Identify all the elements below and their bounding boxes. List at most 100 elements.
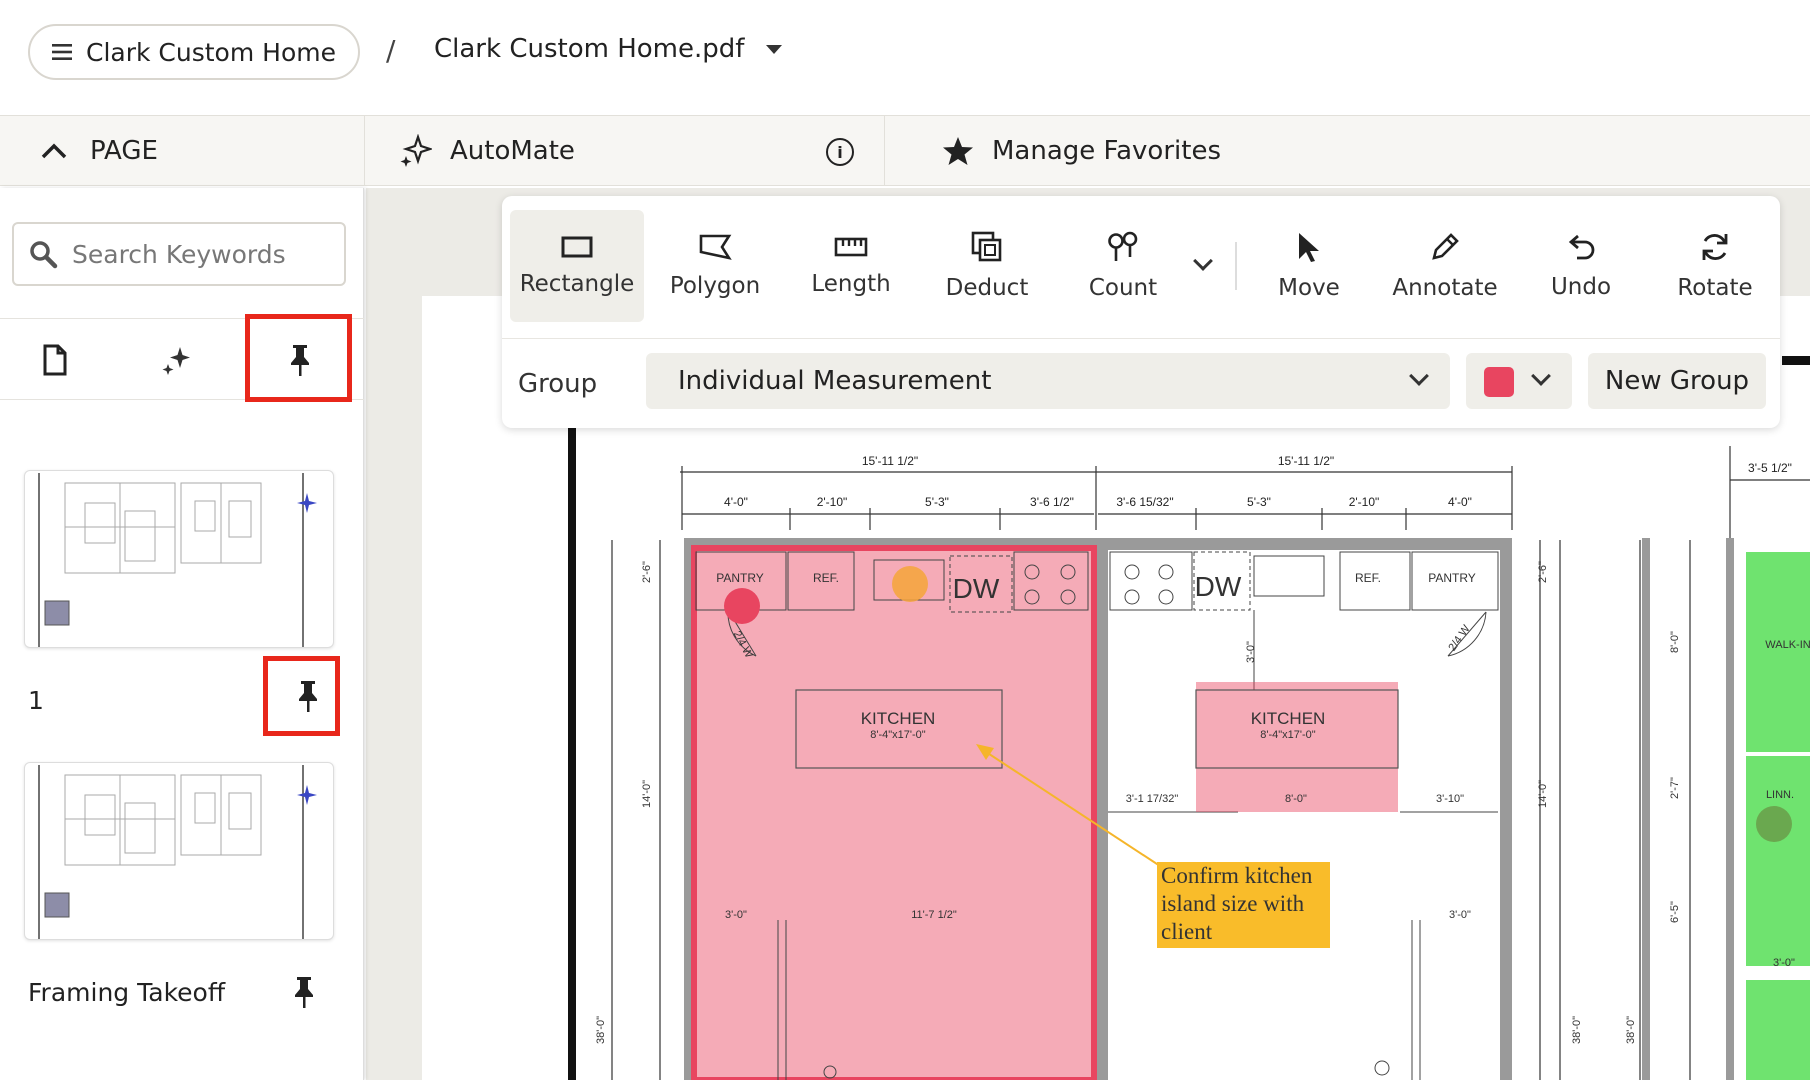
undo-button[interactable]: Undo (1516, 210, 1646, 322)
room-label: KITCHEN (1251, 709, 1326, 728)
room-label: DW (953, 573, 1000, 604)
move-tool-button[interactable]: Move (1244, 210, 1374, 322)
file-select[interactable]: Clark Custom Home.pdf (434, 34, 783, 64)
room-label: LINN. (1766, 789, 1794, 801)
favorites-label: Manage Favorites (992, 136, 1221, 166)
room-label: PANTRY (1428, 571, 1476, 585)
breadcrumb-separator: / (386, 34, 396, 67)
count-marker[interactable] (724, 588, 760, 624)
page-thumbnail[interactable] (24, 762, 334, 940)
hamburger-icon (52, 44, 72, 60)
polygon-icon (699, 234, 732, 260)
rotate-button[interactable]: Rotate (1650, 210, 1780, 322)
count-icon (1108, 231, 1138, 261)
top-bar: Clark Custom Home / Clark Custom Home.pd… (0, 0, 1810, 116)
tab-automate[interactable] (122, 319, 232, 401)
color-select[interactable] (1466, 353, 1572, 409)
deduct-icon (971, 231, 1002, 262)
tool-label: Count (1088, 275, 1158, 301)
count-tool-button[interactable]: Count (1058, 210, 1188, 322)
dim-text: 38'-0" (1571, 1016, 1583, 1044)
room-label: 8'-4"x17'-0" (870, 729, 926, 741)
dim-text: 8'-0" (1285, 793, 1307, 805)
dim-text: 3'-0" (725, 909, 747, 921)
tool-label: Deduct (945, 275, 1029, 301)
rectangle-icon (561, 236, 593, 258)
dim-text: 3'-0" (1773, 957, 1795, 969)
dim-text: 11'-7 1/2" (911, 909, 957, 921)
cursor-icon (1299, 233, 1319, 262)
tool-label: Undo (1550, 274, 1612, 300)
length-tool-button[interactable]: Length (786, 210, 916, 322)
dim-text: 3'-10" (1436, 793, 1464, 805)
dim-text: 3'-5 1/2" (1748, 461, 1792, 475)
highlight-box (263, 656, 340, 736)
manage-favorites-button[interactable]: Manage Favorites (886, 116, 1221, 186)
dim-text: 5'-3" (1247, 495, 1271, 509)
undo-icon (1568, 234, 1595, 260)
dim-text: 3'-6 1/2" (1030, 495, 1074, 509)
automate-label: AutoMate (450, 136, 575, 166)
tab-pages[interactable] (0, 319, 110, 401)
project-name: Clark Custom Home (86, 37, 336, 67)
search-icon (30, 241, 58, 269)
dim-text: 14'-0" (641, 780, 653, 808)
room-label: 2/4 W (1446, 623, 1473, 654)
project-menu-button[interactable]: Clark Custom Home (28, 24, 360, 80)
pin-page-button[interactable] (282, 964, 326, 1020)
group-select[interactable]: Individual Measurement (646, 353, 1450, 409)
sparkle-icon (400, 134, 432, 167)
caret-down-icon (766, 44, 783, 54)
tool-label: Polygon (669, 273, 761, 299)
thumbnail-preview (38, 473, 317, 647)
room-label: DW (1195, 571, 1242, 602)
dim-text: 2'-6" (641, 561, 653, 583)
dim-text: 2'-10" (1349, 495, 1380, 509)
annotate-tool-button[interactable]: Annotate (1380, 210, 1510, 322)
new-group-button[interactable]: New Group (1588, 353, 1766, 409)
page-panel-toggle[interactable]: PAGE (0, 116, 365, 186)
page-sidebar: Search Keywords 1 Framing Takeoff (0, 188, 364, 1080)
dim-text: 4'-0" (724, 495, 748, 509)
search-placeholder: Search Keywords (72, 239, 286, 269)
group-value: Individual Measurement (678, 366, 992, 396)
rectangle-tool-button[interactable]: Rectangle (510, 210, 644, 322)
measurement-toolbar: Rectangle Polygon Length Deduct Count Mo… (502, 196, 1780, 428)
ruler-icon (834, 237, 868, 257)
tool-label: Rotate (1677, 275, 1753, 301)
star-icon (943, 137, 973, 165)
chevron-up-icon (41, 143, 67, 159)
dim-text: 5'-3" (925, 495, 949, 509)
tool-label: Annotate (1392, 275, 1498, 301)
polygon-tool-button[interactable]: Polygon (650, 210, 780, 322)
room-label: PANTRY (716, 571, 764, 585)
dim-text: 3'-1 17/32" (1126, 793, 1179, 805)
deduct-tool-button[interactable]: Deduct (922, 210, 1052, 322)
count-marker[interactable] (1756, 806, 1792, 842)
tool-label: Rectangle (519, 271, 635, 297)
tools-more-dropdown[interactable] (1193, 251, 1213, 271)
group-row: Group Individual Measurement New Group (502, 338, 1780, 428)
info-icon[interactable]: i (826, 138, 854, 166)
room-label: KITCHEN (861, 709, 936, 728)
dim-text: 15'-11 1/2" (1278, 454, 1334, 468)
toolbar-divider (1235, 242, 1237, 290)
automate-button[interactable]: AutoMate i (366, 116, 885, 186)
page-thumbnail[interactable] (24, 470, 334, 648)
page-label: 1 (28, 686, 44, 715)
dim-text: 3'-0" (1245, 641, 1257, 663)
dim-text: 2'-6" (1537, 561, 1549, 583)
room-label: 8'-4"x17'-0" (1260, 729, 1316, 741)
tool-label: Length (811, 271, 891, 297)
dim-text: 3'-0" (1449, 909, 1471, 921)
annotation-note[interactable]: Confirm kitchen island size with client (1157, 862, 1330, 948)
chevron-down-icon (1531, 366, 1551, 386)
dim-text: 8'-0" (1669, 631, 1681, 653)
search-field[interactable]: Search Keywords (12, 222, 346, 286)
count-marker[interactable] (892, 566, 928, 602)
dim-text: 4'-0" (1448, 495, 1472, 509)
pen-icon (1432, 233, 1459, 260)
sub-bar: PAGE AutoMate i Manage Favorites (0, 116, 1810, 186)
dim-text: 38'-0" (1625, 1016, 1637, 1044)
room-label: REF. (813, 571, 839, 585)
